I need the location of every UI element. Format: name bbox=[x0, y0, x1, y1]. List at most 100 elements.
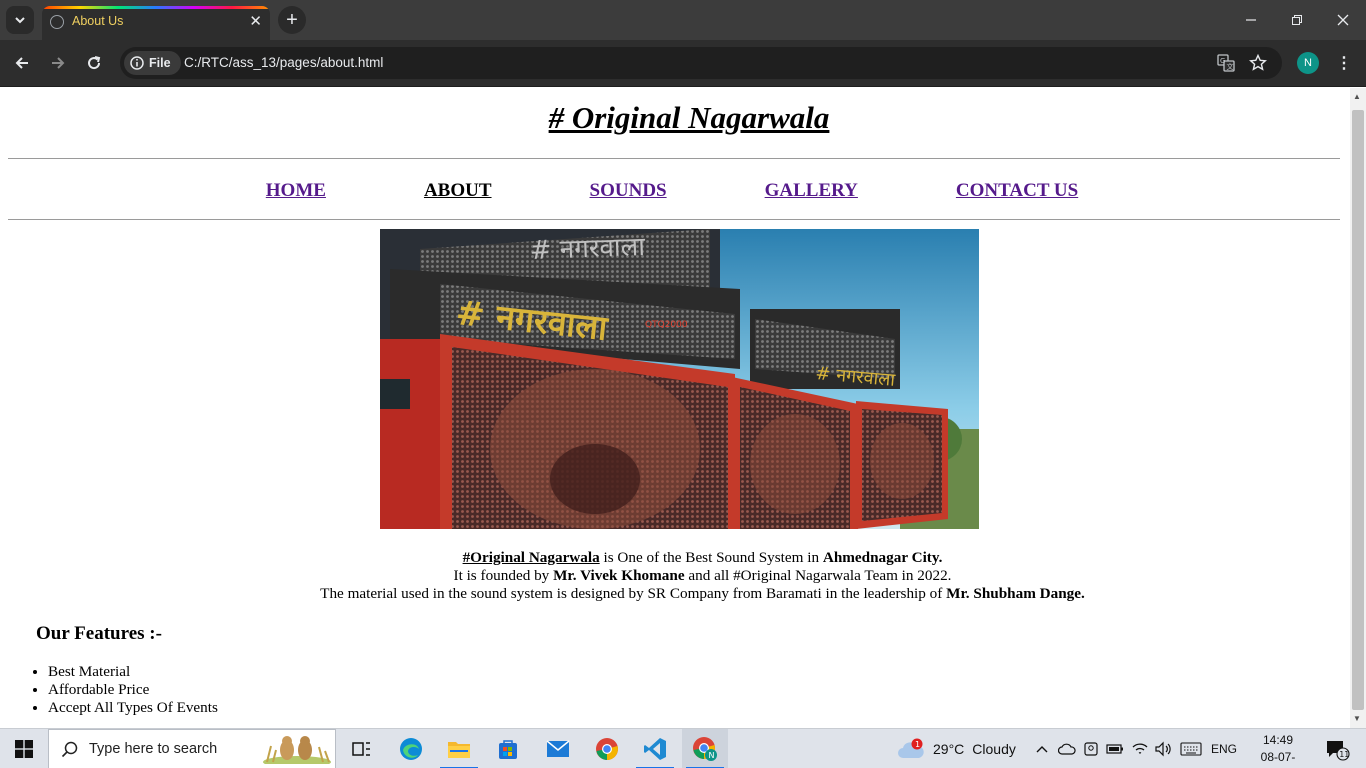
weather-badge: 1 bbox=[915, 740, 920, 749]
chrome-profile-app-button[interactable]: N bbox=[682, 729, 728, 768]
close-icon bbox=[1337, 14, 1349, 26]
plus-icon: + bbox=[286, 8, 298, 31]
intro-line-3: The material used in the sound system is… bbox=[0, 585, 1350, 603]
vscode-app-button[interactable] bbox=[632, 729, 678, 768]
clock-date: 08-07-2024 bbox=[1260, 750, 1296, 768]
svg-text:文: 文 bbox=[1227, 62, 1234, 71]
feature-item: Affordable Price bbox=[48, 681, 218, 699]
minimize-icon bbox=[1246, 19, 1256, 21]
intro-line-2-after: and all #Original Nagarwala Team in 2022… bbox=[684, 567, 952, 584]
volume-icon[interactable] bbox=[1152, 729, 1174, 768]
taskbar: Type here to search N 1 29°C Cloudy ENG … bbox=[0, 728, 1366, 768]
close-window-button[interactable] bbox=[1320, 0, 1366, 40]
store-icon bbox=[499, 740, 517, 759]
minimize-button[interactable] bbox=[1228, 0, 1274, 40]
cloud-icon: 1 bbox=[898, 738, 924, 758]
hero-brand-label: QTQ2000 bbox=[645, 320, 688, 330]
bookmark-star-icon[interactable] bbox=[1248, 53, 1268, 73]
intro-line-3-before: The material used in the sound system is… bbox=[320, 585, 947, 602]
intro-line-2: It is founded by Mr. Vivek Khomane and a… bbox=[0, 567, 1350, 585]
vertical-scrollbar[interactable]: ▲ ▼ bbox=[1350, 88, 1366, 728]
nav-link-sounds[interactable]: SOUNDS bbox=[590, 180, 667, 202]
keyboard-icon[interactable] bbox=[1178, 729, 1204, 768]
meet-now-icon[interactable] bbox=[1080, 729, 1102, 768]
tab-title: About Us bbox=[72, 14, 124, 28]
nav-link-home[interactable]: HOME bbox=[266, 180, 326, 202]
arrow-left-icon bbox=[15, 57, 28, 69]
leader-name: Mr. Shubham Dange. bbox=[946, 585, 1085, 602]
notification-count: 11 bbox=[1339, 750, 1349, 759]
reload-button[interactable] bbox=[81, 50, 107, 76]
main-nav: HOME ABOUT SOUNDS GALLERY CONTACT US bbox=[0, 180, 1344, 202]
language-indicator[interactable]: ENG bbox=[1208, 729, 1240, 768]
brand-name: #Original Nagarwala bbox=[462, 549, 600, 566]
features-list: Best Material Affordable Price Accept Al… bbox=[48, 663, 218, 717]
show-hidden-icons-button[interactable] bbox=[1032, 729, 1052, 768]
search-highlight-illustration bbox=[263, 736, 331, 764]
mail-icon bbox=[546, 740, 570, 757]
feature-item: Accept All Types Of Events bbox=[48, 699, 218, 717]
restore-button[interactable] bbox=[1274, 0, 1320, 40]
page-viewport: # Original Nagarwala HOME ABOUT SOUNDS G… bbox=[0, 88, 1350, 728]
store-app-button[interactable] bbox=[485, 729, 531, 768]
scroll-down-icon[interactable]: ▼ bbox=[1353, 714, 1361, 723]
menu-kebab-icon[interactable]: ⋮ bbox=[1334, 52, 1354, 74]
weather-temp: 29°C bbox=[933, 741, 965, 757]
back-button[interactable] bbox=[9, 50, 35, 76]
vscode-icon bbox=[644, 738, 666, 760]
divider-bottom bbox=[8, 219, 1340, 220]
address-bar[interactable]: File C:/RTC/ass_13/pages/about.html G文 bbox=[120, 47, 1282, 79]
chrome-icon bbox=[596, 738, 618, 760]
feature-item: Best Material bbox=[48, 663, 218, 681]
chrome-app-button[interactable] bbox=[584, 729, 630, 768]
weather-desc: Cloudy bbox=[972, 741, 1016, 757]
file-explorer-icon bbox=[448, 742, 470, 758]
sound-system-image: # नगरवाला # नगरवाला # नगरवाला QTQ2000 bbox=[380, 229, 979, 529]
intro-line-1-text: is One of the Best Sound System in bbox=[599, 549, 823, 566]
chevron-down-icon bbox=[15, 17, 25, 24]
new-tab-button[interactable]: + bbox=[278, 6, 306, 34]
edge-app-button[interactable] bbox=[388, 729, 434, 768]
notification-icon: 11 bbox=[1327, 741, 1350, 761]
url-text[interactable]: C:/RTC/ass_13/pages/about.html bbox=[184, 55, 383, 70]
profile-avatar[interactable]: N bbox=[1297, 52, 1319, 74]
svg-text:N: N bbox=[709, 751, 715, 760]
scroll-up-icon[interactable]: ▲ bbox=[1353, 92, 1361, 101]
task-view-button[interactable] bbox=[338, 729, 384, 768]
edge-icon bbox=[400, 738, 422, 760]
notification-center-button[interactable]: 11 bbox=[1318, 729, 1354, 768]
battery-icon[interactable] bbox=[1104, 729, 1126, 768]
weather-widget[interactable]: 1 29°C Cloudy bbox=[897, 729, 1016, 768]
tab-search-button[interactable] bbox=[6, 6, 34, 34]
chip-label: File bbox=[149, 56, 171, 70]
translate-icon[interactable]: G文 bbox=[1216, 53, 1236, 73]
browser-toolbar: File C:/RTC/ass_13/pages/about.html G文 N… bbox=[0, 40, 1366, 87]
scrollbar-thumb[interactable] bbox=[1352, 110, 1364, 710]
page-title: # Original Nagarwala bbox=[548, 100, 830, 135]
taskbar-search[interactable]: Type here to search bbox=[48, 729, 336, 768]
tab-group-color-bar bbox=[42, 6, 270, 9]
arrow-right-icon bbox=[52, 57, 65, 69]
file-explorer-app-button[interactable] bbox=[436, 729, 482, 768]
clock[interactable]: 14:49 08-07-2024 bbox=[1250, 732, 1306, 768]
onedrive-icon[interactable] bbox=[1056, 729, 1078, 768]
forward-button[interactable] bbox=[45, 50, 71, 76]
search-icon bbox=[61, 741, 78, 758]
start-button[interactable] bbox=[0, 729, 48, 768]
nav-link-gallery[interactable]: GALLERY bbox=[765, 180, 858, 202]
wifi-icon[interactable] bbox=[1128, 729, 1152, 768]
nav-link-contact[interactable]: CONTACT US bbox=[956, 180, 1078, 202]
divider-top bbox=[8, 158, 1340, 159]
features-heading: Our Features :- bbox=[36, 623, 162, 644]
mail-app-button[interactable] bbox=[535, 729, 581, 768]
close-tab-icon[interactable]: ✕ bbox=[249, 12, 262, 30]
nav-link-about[interactable]: ABOUT bbox=[424, 180, 492, 202]
clock-time: 14:49 bbox=[1262, 733, 1294, 747]
chrome-profile-icon: N bbox=[693, 737, 717, 761]
hero-sign-top: # नगरवाला bbox=[529, 232, 647, 266]
windows-logo-icon bbox=[15, 740, 33, 758]
info-icon bbox=[130, 56, 144, 70]
tab-about-us[interactable]: About Us ✕ bbox=[42, 6, 270, 40]
site-info-chip[interactable]: File bbox=[124, 51, 181, 75]
intro-text: #Original Nagarwala is One of the Best S… bbox=[0, 549, 1350, 603]
